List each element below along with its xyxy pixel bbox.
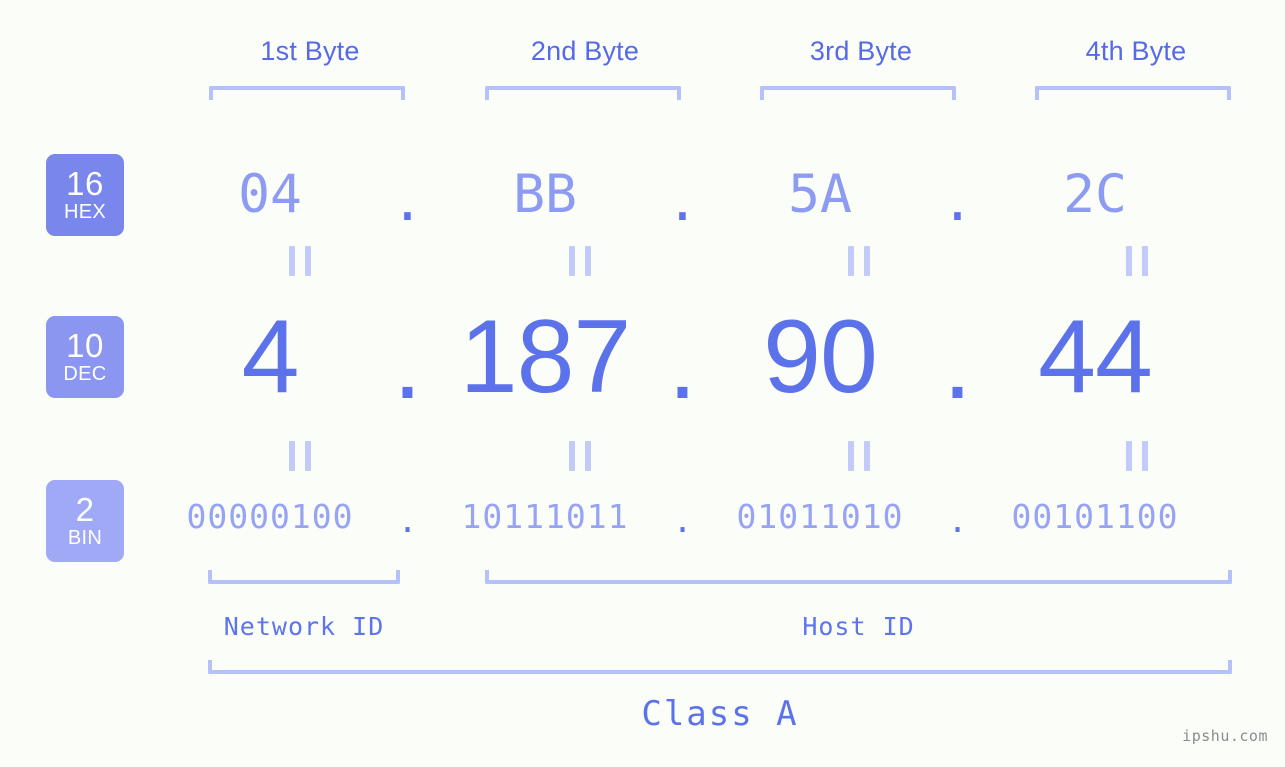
byte-bracket-3 <box>760 86 956 100</box>
bin-octet-2: 10111011 <box>461 497 629 536</box>
ip-address-breakdown-diagram: 1st Byte 2nd Byte 3rd Byte 4th Byte 16 H… <box>0 0 1285 767</box>
radix-badge-dec-label: DEC <box>63 362 107 385</box>
byte-header-4: 4th Byte <box>1085 36 1187 66</box>
bin-separator-3: . <box>947 501 968 540</box>
dec-separator-1: . <box>393 305 422 421</box>
byte-header-3: 3rd Byte <box>809 36 913 66</box>
radix-badge-hex: 16 HEX <box>46 154 124 236</box>
equals-icon-hex-dec-3 <box>848 246 870 276</box>
bin-octet-4: 00101100 <box>1011 497 1179 536</box>
hex-separator-3: . <box>941 172 974 233</box>
radix-badge-dec: 10 DEC <box>46 316 124 398</box>
byte-bracket-1 <box>209 86 405 100</box>
bin-value-row: 00000100 . 10111011 . 01011010 . 0010110… <box>150 484 1270 550</box>
hex-separator-2: . <box>666 172 699 233</box>
host-id-bracket <box>485 570 1232 584</box>
hex-separator-1: . <box>391 172 424 233</box>
hex-octet-4: 2C <box>1063 164 1127 225</box>
dec-octet-2: 187 <box>459 299 632 415</box>
byte-bracket-2 <box>485 86 681 100</box>
bin-octet-3: 01011010 <box>736 497 904 536</box>
network-id-label: Network ID <box>223 612 385 641</box>
hex-octet-1: 04 <box>238 164 302 225</box>
radix-badge-bin-label: BIN <box>67 526 103 549</box>
host-id-label: Host ID <box>802 612 915 641</box>
equals-icon-dec-bin-2 <box>569 441 591 471</box>
dec-separator-2: . <box>668 305 697 421</box>
dec-octet-4: 44 <box>1038 299 1153 415</box>
hex-octet-2: BB <box>513 164 577 225</box>
dec-octet-1: 4 <box>241 299 300 415</box>
hex-value-row: 04 . BB . 5A . 2C <box>150 150 1270 240</box>
radix-badge-hex-number: 16 <box>66 164 104 202</box>
equals-icon-hex-dec-1 <box>289 246 311 276</box>
byte-bracket-4 <box>1035 86 1231 100</box>
bin-octet-1: 00000100 <box>186 497 354 536</box>
dec-separator-3: . <box>943 305 972 421</box>
equals-icon-dec-bin-1 <box>289 441 311 471</box>
dec-value-row: 4 . 187 . 90 . 44 <box>150 292 1270 422</box>
class-bracket <box>208 660 1232 674</box>
byte-header-1: 1st Byte <box>260 36 360 66</box>
site-watermark: ipshu.com <box>1182 727 1268 745</box>
bin-separator-2: . <box>672 501 693 540</box>
radix-badge-bin: 2 BIN <box>46 480 124 562</box>
class-label: Class A <box>641 694 799 734</box>
dec-octet-3: 90 <box>763 299 878 415</box>
hex-octet-3: 5A <box>788 164 852 225</box>
radix-badge-dec-number: 10 <box>66 326 104 364</box>
byte-header-2: 2nd Byte <box>530 36 640 66</box>
bin-separator-1: . <box>397 501 418 540</box>
radix-badge-hex-label: HEX <box>63 200 107 223</box>
radix-badge-bin-number: 2 <box>75 490 95 528</box>
network-id-bracket <box>208 570 400 584</box>
equals-icon-hex-dec-4 <box>1126 246 1148 276</box>
equals-icon-hex-dec-2 <box>569 246 591 276</box>
equals-icon-dec-bin-3 <box>848 441 870 471</box>
equals-icon-dec-bin-4 <box>1126 441 1148 471</box>
